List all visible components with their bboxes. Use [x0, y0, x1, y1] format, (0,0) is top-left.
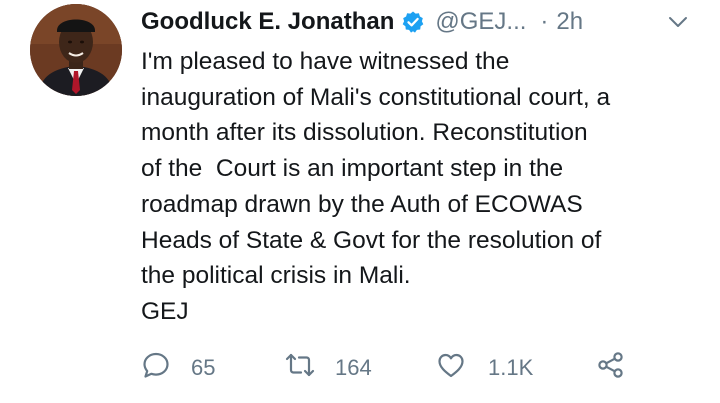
- tweet-text: I'm pleased to have witnessed the inaugu…: [141, 44, 701, 330]
- share-icon: [596, 350, 626, 386]
- tweet-text-line: Heads of State & Govt for the resolution…: [141, 226, 602, 254]
- retweet-icon: [285, 350, 315, 386]
- avatar[interactable]: [30, 4, 122, 96]
- like-count: 1.1K: [488, 355, 534, 380]
- tweet-text-line: inauguration of Mali's constitutional co…: [141, 83, 611, 111]
- tweet-text-line: month after its dissolution. Reconstitut…: [141, 119, 588, 147]
- tweet-timestamp[interactable]: 2h: [556, 8, 583, 36]
- reply-count: 65: [191, 355, 216, 380]
- retweet-button[interactable]: 164: [285, 350, 372, 386]
- retweet-count: 164: [335, 355, 372, 380]
- author-name[interactable]: Goodluck E. Jonathan: [141, 8, 394, 36]
- reply-button[interactable]: 65: [141, 350, 215, 386]
- tweet-text-line: I'm pleased to have witnessed the: [141, 48, 510, 75]
- tweet-text-line: GEJ: [141, 297, 189, 325]
- share-button[interactable]: [596, 350, 626, 386]
- separator-dot: ·: [540, 8, 549, 35]
- tweet-text-line: of the Court is an important step in the: [141, 155, 564, 183]
- chevron-down-icon[interactable]: [666, 10, 690, 34]
- reply-icon: [141, 350, 171, 386]
- author-handle[interactable]: @GEJ...: [435, 8, 526, 36]
- like-button[interactable]: 1.1K: [436, 350, 533, 386]
- tweet-header: Goodluck E. Jonathan @GEJ... · 2h: [141, 5, 700, 39]
- tweet-text-line: roadmap drawn by the Auth of ECOWAS: [141, 190, 583, 218]
- like-icon: [436, 350, 466, 386]
- verified-badge-icon: [401, 10, 425, 34]
- action-bar: 65 164 1.1K: [141, 350, 661, 386]
- tweet-text-line: the political crisis in Mali.: [141, 262, 411, 290]
